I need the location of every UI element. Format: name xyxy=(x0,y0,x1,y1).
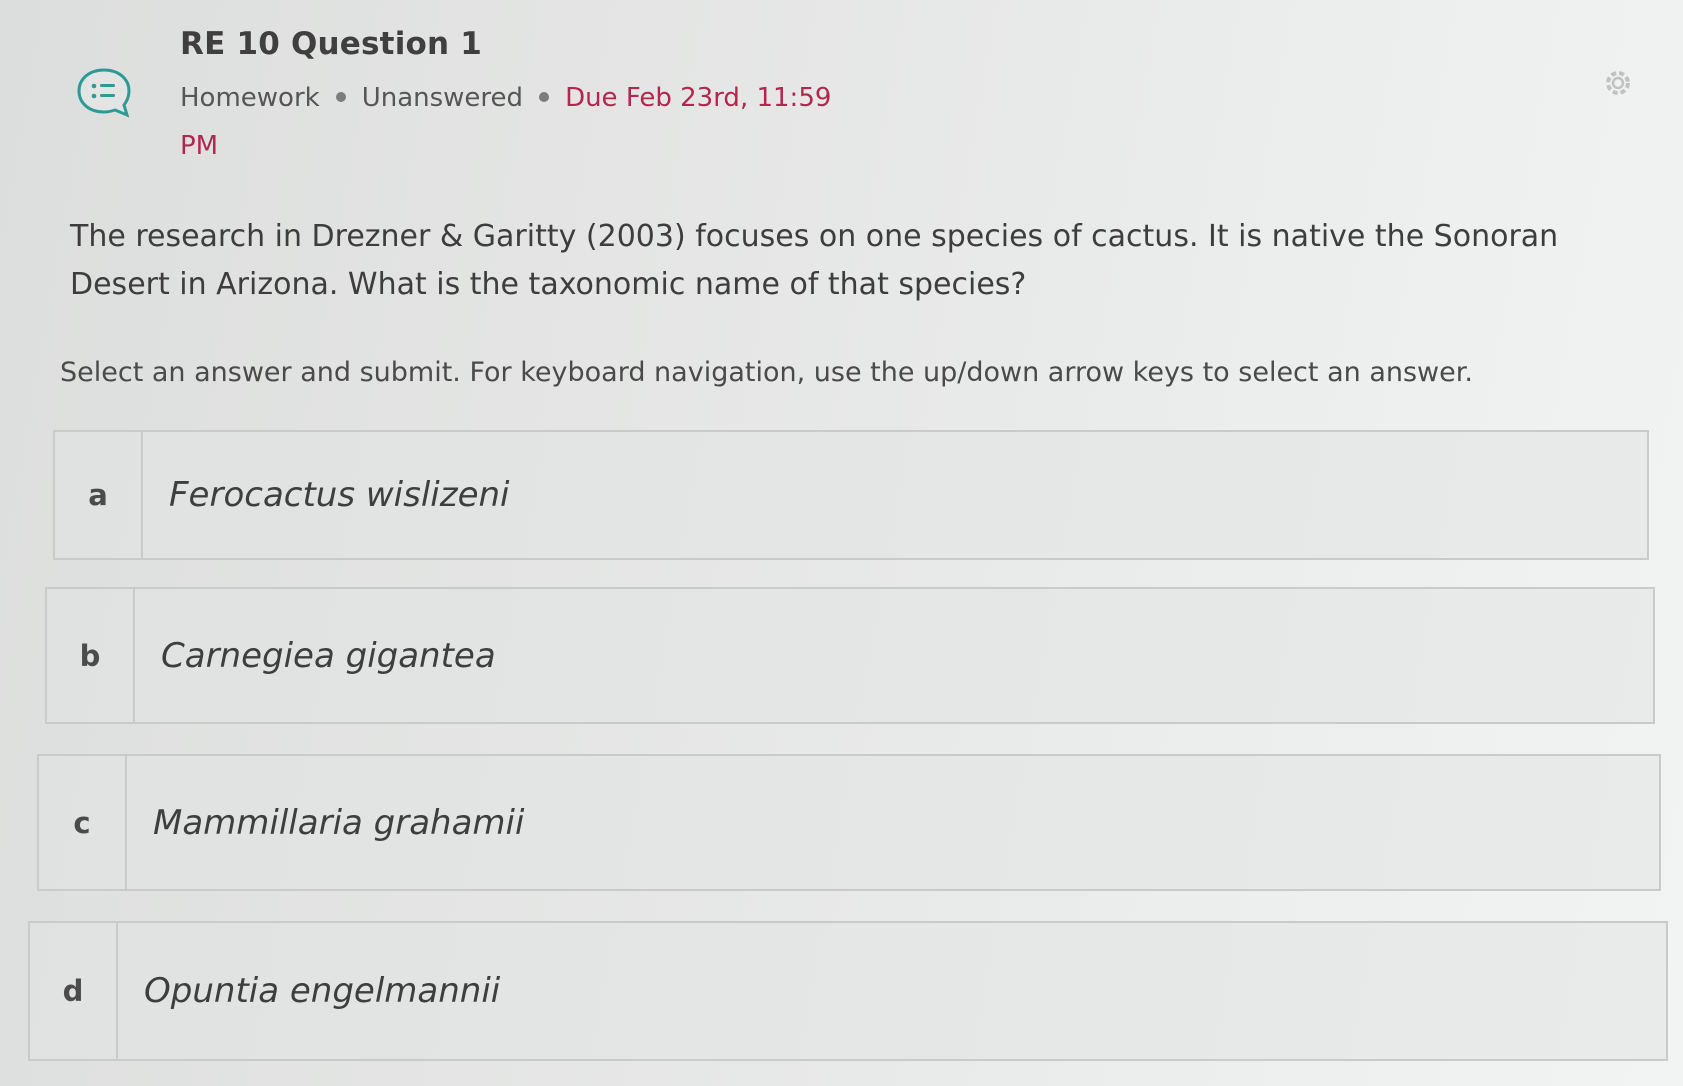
answer-options: a Ferocactus wislizeni b Carnegiea gigan… xyxy=(0,0,1683,1086)
option-letter: d xyxy=(30,923,118,1059)
answer-option-d[interactable]: d Opuntia engelmannii xyxy=(28,921,1668,1061)
answer-option-b[interactable]: b Carnegiea gigantea xyxy=(45,587,1655,724)
option-text: Opuntia engelmannii xyxy=(144,971,501,1011)
answer-option-a[interactable]: a Ferocactus wislizeni xyxy=(53,430,1649,560)
option-text: Ferocactus wislizeni xyxy=(169,475,510,515)
option-letter: c xyxy=(39,756,127,889)
option-text: Carnegiea gigantea xyxy=(161,635,496,676)
question-page: RE 10 Question 1 Homework Unanswered Due F… xyxy=(0,0,1683,1086)
answer-option-c[interactable]: c Mammillaria grahamii xyxy=(37,754,1661,891)
option-letter: b xyxy=(47,589,135,722)
option-letter: a xyxy=(55,432,143,558)
option-text: Mammillaria grahamii xyxy=(153,802,525,843)
